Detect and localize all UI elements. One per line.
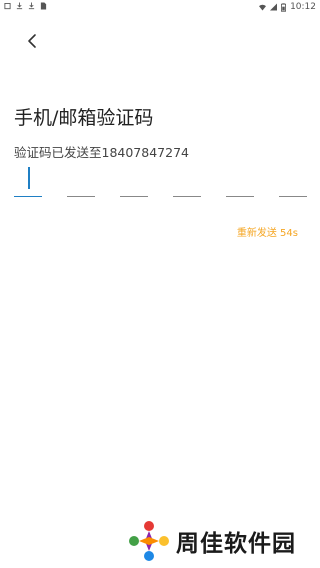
chevron-left-icon <box>28 34 36 48</box>
code-digit-2[interactable] <box>67 164 95 197</box>
download-icon <box>16 2 23 10</box>
watermark-text: 周佳软件园 <box>176 531 296 557</box>
battery-icon <box>281 2 287 12</box>
page-title: 手机/邮箱验证码 <box>14 107 154 129</box>
back-button[interactable] <box>24 30 42 52</box>
download-icon <box>28 2 35 10</box>
code-digit-6[interactable] <box>279 164 307 197</box>
code-digit-1[interactable] <box>14 164 42 197</box>
pinwheel-logo-icon <box>129 521 169 561</box>
status-left <box>4 2 47 10</box>
signal-icon <box>270 3 278 11</box>
app-notification-icon <box>4 2 11 10</box>
code-sent-message: 验证码已发送至18407847274 <box>14 145 189 160</box>
resend-countdown[interactable]: 重新发送 54s <box>237 224 298 239</box>
code-digit-4[interactable] <box>173 164 201 197</box>
watermark: 周佳软件园 <box>128 520 296 562</box>
code-digit-3[interactable] <box>120 164 148 197</box>
status-right: 10:12 <box>259 2 316 12</box>
status-bar: 10:12 <box>0 0 320 14</box>
status-time: 10:12 <box>290 2 316 12</box>
code-digit-5[interactable] <box>226 164 254 197</box>
sim-icon <box>40 2 47 10</box>
text-caret <box>28 167 30 189</box>
wifi-icon <box>259 4 267 11</box>
verification-code-input[interactable] <box>14 164 310 200</box>
